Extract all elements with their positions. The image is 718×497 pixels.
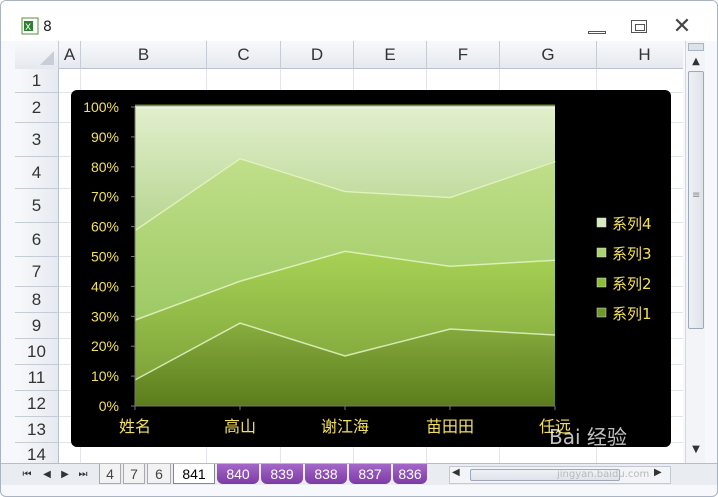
select-all-corner[interactable] xyxy=(15,41,59,69)
baidu-watermark: Bai 经验 xyxy=(549,425,627,449)
legend-label[interactable]: 系列2 xyxy=(612,275,652,293)
prev-sheet-icon[interactable]: ◀ xyxy=(39,467,55,483)
last-sheet-icon[interactable]: ⏭ xyxy=(75,467,91,483)
column-header-a[interactable]: A xyxy=(59,41,81,69)
excel-window: X 8 ✕ ABCDEFGH 1234567891011121314 ▲ ▼ 0… xyxy=(0,0,718,497)
row-header-4[interactable]: 4 xyxy=(15,157,59,189)
sheet-tab-836[interactable]: 836 xyxy=(393,464,427,484)
minimize-icon xyxy=(588,31,606,34)
row-header-14[interactable]: 14 xyxy=(15,443,59,463)
row-header-5[interactable]: 5 xyxy=(15,189,59,223)
sheet-tab-837[interactable]: 837 xyxy=(349,464,391,484)
legend-swatch xyxy=(596,217,607,228)
legend-swatch xyxy=(596,247,607,258)
vertical-scrollbar[interactable]: ▲ ▼ xyxy=(685,41,705,463)
window-title: 8 xyxy=(43,19,52,35)
column-header-h[interactable]: H xyxy=(597,41,683,69)
legend-swatch xyxy=(596,277,607,288)
title-bar: X 8 ✕ xyxy=(1,1,717,41)
sheet-tab-4[interactable]: 4 xyxy=(99,464,121,484)
stacked-area-chart[interactable]: 0% 10% 20% 30% 40% 50% 60% 70% 80% 90% 100% 姓名 高山 谢江海… xyxy=(71,90,671,447)
column-headers: ABCDEFGH xyxy=(15,41,683,69)
x-tick-label: 高山 xyxy=(224,417,256,436)
y-tick-label: 80% xyxy=(91,159,119,175)
sheet-tab-841[interactable]: 841 xyxy=(173,464,215,484)
sheet-tab-840[interactable]: 840 xyxy=(217,464,259,484)
x-tick-label: 姓名 xyxy=(119,417,151,436)
row-header-6[interactable]: 6 xyxy=(15,223,59,257)
row-header-9[interactable]: 9 xyxy=(15,313,59,339)
y-tick-label: 70% xyxy=(91,189,119,205)
restore-button[interactable] xyxy=(626,17,652,37)
row-header-1[interactable]: 1 xyxy=(15,69,59,93)
scroll-down-arrow-icon[interactable]: ▼ xyxy=(688,443,704,457)
svg-text:X: X xyxy=(25,23,31,33)
legend-label[interactable]: 系列3 xyxy=(612,245,652,263)
legend-label[interactable]: 系列4 xyxy=(612,215,652,233)
column-header-g[interactable]: G xyxy=(500,41,597,69)
x-tick-label: 谢江海 xyxy=(321,417,369,436)
legend-swatch xyxy=(596,307,607,318)
x-tick-label: 苗田田 xyxy=(426,417,474,436)
column-header-f[interactable]: F xyxy=(427,41,500,69)
split-handle[interactable] xyxy=(688,43,704,51)
y-tick-label: 100% xyxy=(83,99,119,115)
column-header-c[interactable]: C xyxy=(207,41,281,69)
row-header-13[interactable]: 13 xyxy=(15,417,59,443)
column-header-e[interactable]: E xyxy=(354,41,427,69)
column-header-d[interactable]: D xyxy=(281,41,354,69)
scroll-left-arrow-icon[interactable]: ◀ xyxy=(452,467,460,478)
row-header-7[interactable]: 7 xyxy=(15,257,59,287)
sheet-tab-6[interactable]: 6 xyxy=(147,464,171,484)
column-header-b[interactable]: B xyxy=(81,41,207,69)
close-button[interactable]: ✕ xyxy=(669,14,695,39)
row-header-10[interactable]: 10 xyxy=(15,339,59,365)
y-tick-label: 20% xyxy=(91,338,119,354)
restore-icon xyxy=(631,20,647,33)
row-header-11[interactable]: 11 xyxy=(15,365,59,391)
sheet-tab-7[interactable]: 7 xyxy=(123,464,145,484)
next-sheet-icon[interactable]: ▶ xyxy=(57,467,73,483)
vertical-scroll-thumb[interactable] xyxy=(688,71,704,329)
excel-icon: X xyxy=(21,17,39,35)
watermark-url: jingyan.baidu.com xyxy=(557,469,650,480)
sheet-tab-839[interactable]: 839 xyxy=(261,464,303,484)
chart-canvas: 0% 10% 20% 30% 40% 50% 60% 70% 80% 90% 100% 姓名 高山 谢江海… xyxy=(83,99,652,436)
y-tick-label: 30% xyxy=(91,308,119,324)
row-header-3[interactable]: 3 xyxy=(15,123,59,157)
minimize-button[interactable] xyxy=(584,17,610,37)
y-tick-label: 10% xyxy=(91,368,119,384)
legend-label[interactable]: 系列1 xyxy=(612,305,652,323)
row-header-12[interactable]: 12 xyxy=(15,391,59,417)
y-tick-label: 40% xyxy=(91,278,119,294)
y-tick-label: 60% xyxy=(91,219,119,235)
scroll-right-arrow-icon[interactable]: ▶ xyxy=(654,467,662,478)
close-icon: ✕ xyxy=(672,14,692,39)
scroll-up-arrow-icon[interactable]: ▲ xyxy=(688,55,704,69)
sheet-tab-838[interactable]: 838 xyxy=(305,464,347,484)
row-header-2[interactable]: 2 xyxy=(15,93,59,123)
first-sheet-icon[interactable]: ⏮ xyxy=(19,467,35,483)
y-tick-label: 90% xyxy=(91,129,119,145)
y-tick-label: 50% xyxy=(91,249,119,265)
row-header-8[interactable]: 8 xyxy=(15,287,59,313)
y-tick-label: 0% xyxy=(99,398,119,414)
